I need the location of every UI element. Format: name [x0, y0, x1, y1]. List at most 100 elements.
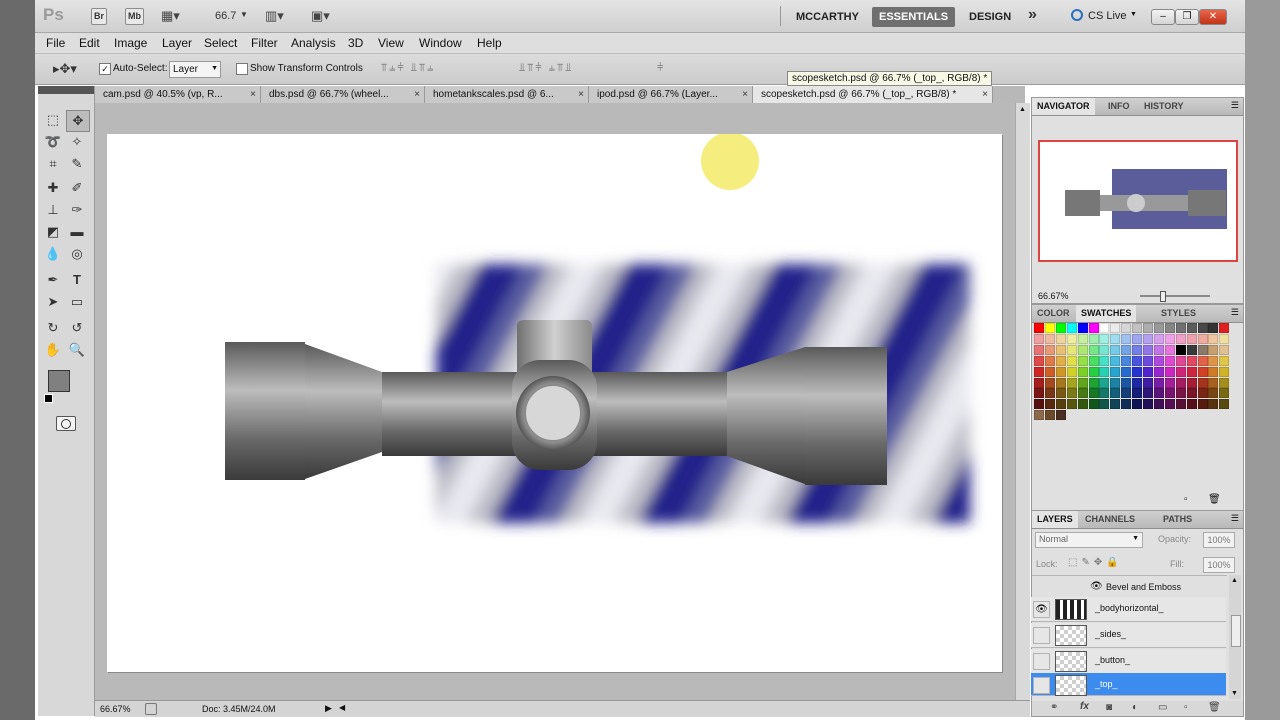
- color-swatch[interactable]: [1186, 323, 1197, 333]
- add-mask-icon[interactable]: ◙: [1106, 702, 1112, 713]
- color-swatch[interactable]: [1099, 323, 1110, 333]
- color-swatch[interactable]: [1208, 333, 1219, 344]
- color-swatch[interactable]: [1197, 333, 1208, 344]
- 3d-orbit-icon[interactable]: ↺: [66, 318, 88, 338]
- document-tab[interactable]: hometankscales.psd @ 6... ×: [425, 86, 589, 103]
- color-swatch[interactable]: [1208, 377, 1219, 388]
- color-swatch[interactable]: [1143, 388, 1153, 399]
- color-swatch[interactable]: [1153, 388, 1164, 399]
- color-swatch[interactable]: [1164, 344, 1175, 355]
- color-swatch[interactable]: [1110, 344, 1121, 355]
- clone-stamp-icon[interactable]: ⊥: [42, 200, 64, 220]
- auto-select-checkbox[interactable]: ✓: [99, 63, 111, 75]
- distribute-icons[interactable]: ⫫⫪⫩ ⫨⫪⫫: [519, 62, 573, 75]
- color-swatch[interactable]: [1099, 388, 1110, 399]
- menu-edit[interactable]: Edit: [79, 36, 100, 50]
- color-swatch[interactable]: [1219, 366, 1230, 377]
- color-swatch[interactable]: [1143, 377, 1153, 388]
- document-tab-active[interactable]: scopesketch.psd @ 66.7% (_top_, RGB/8) *…: [753, 86, 993, 103]
- color-swatch[interactable]: [1066, 355, 1077, 366]
- swatch-grid[interactable]: [1034, 323, 1230, 433]
- layer-row-selected[interactable]: _top_: [1031, 673, 1226, 696]
- color-swatch[interactable]: [1153, 377, 1164, 388]
- color-swatch[interactable]: [1077, 377, 1088, 388]
- color-swatch[interactable]: [1197, 399, 1208, 410]
- document-canvas[interactable]: [107, 134, 1002, 672]
- color-swatch[interactable]: [1077, 388, 1088, 399]
- color-swatch[interactable]: [1121, 399, 1132, 410]
- color-swatch[interactable]: [1034, 410, 1044, 421]
- color-swatch[interactable]: [1055, 323, 1066, 333]
- maximize-button[interactable]: ❐: [1175, 9, 1199, 25]
- color-swatch[interactable]: [1066, 323, 1077, 333]
- color-swatch[interactable]: [1175, 366, 1186, 377]
- scroll-left-icon[interactable]: ◀: [339, 703, 345, 712]
- crop-tool-icon[interactable]: ⌗: [42, 154, 64, 174]
- color-swatch[interactable]: [1164, 355, 1175, 366]
- color-swatch[interactable]: [1110, 366, 1121, 377]
- shape-tool-icon[interactable]: ▭: [66, 292, 88, 312]
- document-tab[interactable]: dbs.psd @ 66.7% (wheel... ×: [261, 86, 425, 103]
- color-swatch[interactable]: [1132, 333, 1143, 344]
- scroll-up-icon[interactable]: ▲: [1231, 577, 1238, 584]
- menu-view[interactable]: View: [378, 36, 404, 50]
- color-swatch[interactable]: [1110, 399, 1121, 410]
- color-swatch[interactable]: [1099, 355, 1110, 366]
- quick-mask-icon[interactable]: [56, 416, 76, 431]
- color-swatch[interactable]: [1143, 355, 1153, 366]
- eye-icon[interactable]: 👁: [1090, 581, 1103, 592]
- panel-menu-icon[interactable]: ☰: [1231, 100, 1239, 111]
- color-swatch[interactable]: [1034, 388, 1044, 399]
- color-swatch[interactable]: [1088, 333, 1099, 344]
- color-swatch[interactable]: [1055, 355, 1066, 366]
- type-tool-icon[interactable]: T: [66, 270, 88, 290]
- zoom-tool-icon[interactable]: 🔍: [66, 340, 88, 360]
- color-swatch[interactable]: [1099, 399, 1110, 410]
- color-swatch[interactable]: [1077, 323, 1088, 333]
- color-swatch[interactable]: [1153, 333, 1164, 344]
- color-swatch[interactable]: [1044, 344, 1055, 355]
- color-swatch[interactable]: [1044, 333, 1055, 344]
- color-swatch[interactable]: [1121, 344, 1132, 355]
- color-swatch[interactable]: [1219, 355, 1230, 366]
- color-swatch[interactable]: [1034, 344, 1044, 355]
- chevron-down-icon[interactable]: ▼: [240, 10, 248, 19]
- color-swatch[interactable]: [1044, 388, 1055, 399]
- minimize-button[interactable]: –: [1151, 9, 1175, 25]
- color-swatch[interactable]: [1164, 399, 1175, 410]
- color-swatch[interactable]: [1208, 344, 1219, 355]
- opacity-input[interactable]: 100%: [1203, 532, 1235, 548]
- color-swatch[interactable]: [1066, 366, 1077, 377]
- color-swatch[interactable]: [1088, 366, 1099, 377]
- color-swatch[interactable]: [1143, 323, 1153, 333]
- eraser-tool-icon[interactable]: ◩: [42, 222, 64, 242]
- menu-select[interactable]: Select: [204, 36, 237, 50]
- mini-bridge-button[interactable]: Mb: [125, 8, 144, 25]
- move-tool-icon[interactable]: ✥: [66, 110, 90, 132]
- workspace-design[interactable]: DESIGN: [962, 7, 1018, 27]
- color-swatch[interactable]: [1066, 333, 1077, 344]
- color-swatch[interactable]: [1219, 377, 1230, 388]
- lock-icons[interactable]: ⬚✎✥🔒: [1068, 557, 1123, 568]
- menu-layer[interactable]: Layer: [162, 36, 192, 50]
- color-swatch[interactable]: [1044, 399, 1055, 410]
- color-swatch[interactable]: [1077, 333, 1088, 344]
- color-swatch[interactable]: [1219, 323, 1230, 333]
- blur-tool-icon[interactable]: 💧: [42, 244, 64, 264]
- history-brush-icon[interactable]: ✑: [66, 200, 88, 220]
- color-swatch[interactable]: [1153, 323, 1164, 333]
- color-swatch[interactable]: [1208, 366, 1219, 377]
- color-swatch[interactable]: [1121, 355, 1132, 366]
- brush-tool-icon[interactable]: ✐: [66, 178, 88, 198]
- eyedropper-icon[interactable]: ✎: [66, 154, 88, 174]
- panel-menu-icon[interactable]: ☰: [1231, 513, 1239, 524]
- gradient-tool-icon[interactable]: ▬: [66, 222, 88, 242]
- dodge-tool-icon[interactable]: ◎: [66, 244, 88, 264]
- color-swatch[interactable]: [1175, 344, 1186, 355]
- tab-color[interactable]: COLOR: [1032, 305, 1075, 322]
- scroll-down-icon[interactable]: ▼: [1231, 690, 1238, 697]
- color-swatch[interactable]: [1164, 366, 1175, 377]
- menu-filter[interactable]: Filter: [251, 36, 278, 50]
- color-swatch[interactable]: [1110, 323, 1121, 333]
- color-swatch[interactable]: [1197, 344, 1208, 355]
